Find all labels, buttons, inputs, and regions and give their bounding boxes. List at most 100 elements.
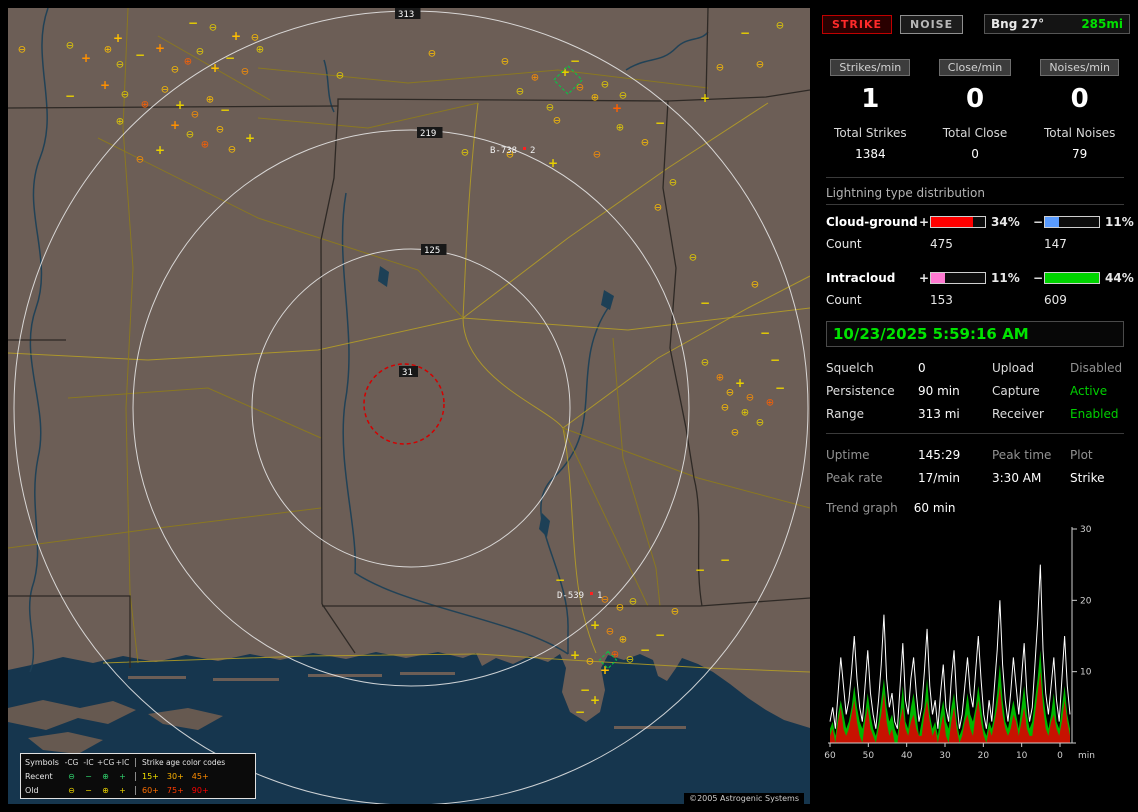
station-dot bbox=[590, 592, 593, 595]
strike-symbol: − bbox=[65, 89, 75, 103]
strike-symbol: ⊖ bbox=[228, 145, 236, 156]
legend-recent-row: Recent ⊖ − ⊕ + 15+ 30+ 45+ bbox=[21, 769, 255, 783]
legend-old-row: Old ⊖ − ⊕ + 60+ 75+ 90+ bbox=[21, 783, 255, 797]
strikes-per-min-chip: Strikes/min bbox=[830, 59, 911, 76]
pos-ic-symbol: + bbox=[119, 785, 126, 795]
strike-symbol: + bbox=[700, 91, 710, 105]
strike-symbol: ⊖ bbox=[576, 83, 584, 94]
minus-sign: − bbox=[1032, 215, 1044, 229]
strike-symbol: ⊖ bbox=[191, 110, 199, 121]
strike-button[interactable]: STRIKE bbox=[822, 14, 893, 34]
strike-symbol: + bbox=[100, 78, 110, 92]
neg-ic-symbol: − bbox=[85, 771, 92, 781]
station-count: 2 bbox=[530, 146, 535, 156]
map-canvas[interactable]: 31321912531⊖+⊕⊖− +⊖⊕⊖+−⊖⊕⊖+⊖⊕⊖+⊖⊕−+⊖⊕⊖+⊖⊕… bbox=[8, 8, 810, 804]
strike-symbol: − bbox=[135, 48, 145, 62]
receiver-label: Receiver bbox=[992, 407, 1044, 421]
strike-symbol: ⊖ bbox=[586, 657, 594, 668]
neg-cg-symbol: ⊖ bbox=[68, 771, 75, 781]
legend-old-label: Old bbox=[25, 785, 39, 795]
strike-symbol: ⊖ bbox=[776, 21, 784, 32]
strike-symbol: ⊖ bbox=[209, 23, 217, 34]
strike-symbol: ⊖ bbox=[251, 33, 259, 44]
strike-symbol: ⊖ bbox=[18, 45, 26, 56]
strike-symbol: + bbox=[590, 693, 600, 707]
ic-positive-bar bbox=[930, 272, 986, 284]
strike-symbol: ⊕ bbox=[141, 100, 149, 111]
x-tick-label: 40 bbox=[901, 751, 913, 761]
strike-symbol: ⊖ bbox=[756, 418, 764, 429]
strike-symbol: ⊖ bbox=[629, 597, 637, 608]
x-tick-label: 10 bbox=[1016, 751, 1028, 761]
cg-positive-pct: 34% bbox=[991, 215, 1020, 229]
cg-negative-count: 147 bbox=[1044, 237, 1067, 251]
cloud-ground-label: Cloud-ground bbox=[826, 215, 918, 229]
strike-symbol: ⊖ bbox=[689, 253, 697, 264]
strike-symbol: ⊖ bbox=[606, 627, 614, 638]
strike-symbol: ⊕ bbox=[741, 408, 749, 419]
squelch-label: Squelch bbox=[826, 361, 874, 375]
x-tick-label: 50 bbox=[863, 751, 875, 761]
plus-sign: + bbox=[918, 271, 930, 285]
strike-symbol: − bbox=[570, 54, 580, 68]
x-tick-label: 20 bbox=[978, 751, 990, 761]
strike-symbol: ⊖ bbox=[756, 60, 764, 71]
uptime-label: Uptime bbox=[826, 448, 870, 462]
legend-col-pos-cg: +CG bbox=[97, 757, 115, 767]
ic-positive-count: 153 bbox=[930, 293, 953, 307]
strike-symbol: ⊖ bbox=[66, 41, 74, 52]
squelch-value: 0 bbox=[918, 361, 926, 375]
strike-symbol: ⊖ bbox=[669, 178, 677, 189]
trend-header: Trend graph 60 min bbox=[826, 501, 1124, 515]
range-ring-label: 31 bbox=[402, 368, 413, 378]
strike-symbol: ⊖ bbox=[161, 85, 169, 96]
y-tick-label: 30 bbox=[1080, 525, 1092, 535]
ic-negative-pct: 44% bbox=[1105, 271, 1134, 285]
persistence-value: 90 min bbox=[918, 384, 960, 398]
strike-symbol: − bbox=[775, 381, 785, 395]
bearing-value: Bng 27° bbox=[991, 17, 1045, 31]
total-noises-value: 79 bbox=[1072, 147, 1088, 161]
strike-symbol: ⊕ bbox=[184, 57, 192, 68]
strike-symbol: ⊖ bbox=[428, 49, 436, 60]
legend-symbols-title: Symbols bbox=[25, 757, 59, 767]
strike-symbol: − bbox=[220, 103, 230, 117]
plot-label: Plot bbox=[1070, 448, 1093, 462]
peak-rate-value: 17/min bbox=[918, 471, 960, 485]
strike-symbol: ⊕ bbox=[766, 398, 774, 409]
strike-symbol: ⊕ bbox=[206, 95, 214, 106]
strike-symbol: − bbox=[555, 573, 565, 587]
peak-time-value: 3:30 AM bbox=[992, 471, 1042, 485]
peak-rate-label: Peak rate bbox=[826, 471, 883, 485]
persistence-label: Persistence bbox=[826, 384, 895, 398]
bearing-range: 285mi bbox=[1081, 17, 1123, 31]
minus-sign: − bbox=[1032, 271, 1044, 285]
trend-chart-canvas: 10 20 30 60 50 40 30 20 10 0 min bbox=[824, 525, 1095, 761]
noise-button[interactable]: NOISE bbox=[900, 14, 964, 34]
station-label: D-539 bbox=[557, 591, 584, 601]
upload-value: Disabled bbox=[1070, 361, 1123, 375]
lightning-map[interactable]: 313 219 125 31 ⊖ + ⊕ ⊖ − + ⊖ ⊕ ⊖ + − ⊖ ⊕ ⊖ + ⊖ ⊕ ⊖ + ⊖ ⊕ − + ⊖ ⊕ ⊖ + ⊖ ⊕… bbox=[8, 8, 810, 804]
ic-negative-count: 609 bbox=[1044, 293, 1067, 307]
strike-symbol: ⊖ bbox=[671, 607, 679, 618]
strike-symbol: ⊖ bbox=[501, 57, 509, 68]
strike-symbol: ⊖ bbox=[546, 103, 554, 114]
strike-symbol: ⊕ bbox=[619, 635, 627, 646]
strike-symbol: ⊕ bbox=[716, 373, 724, 384]
noises-per-min-chip: Noises/min bbox=[1040, 59, 1120, 76]
strike-symbol: ⊖ bbox=[516, 87, 524, 98]
strike-symbol: + bbox=[612, 101, 622, 115]
age-code: 60+ bbox=[142, 785, 159, 795]
uptime-value: 145:29 bbox=[918, 448, 961, 462]
cg-positive-count: 475 bbox=[930, 237, 953, 251]
age-code: 75+ bbox=[166, 785, 184, 795]
strike-symbol: ⊖ bbox=[751, 280, 759, 291]
pos-ic-symbol: + bbox=[119, 771, 126, 781]
strike-symbol: + bbox=[175, 98, 185, 112]
strike-symbol: ⊖ bbox=[731, 428, 739, 439]
strike-symbol: ⊕ bbox=[531, 73, 539, 84]
strike-symbol: ⊖ bbox=[593, 150, 601, 161]
strike-symbol: ⊖ bbox=[641, 138, 649, 149]
strike-symbol: − bbox=[640, 643, 650, 657]
strike-symbol: + bbox=[548, 156, 558, 170]
